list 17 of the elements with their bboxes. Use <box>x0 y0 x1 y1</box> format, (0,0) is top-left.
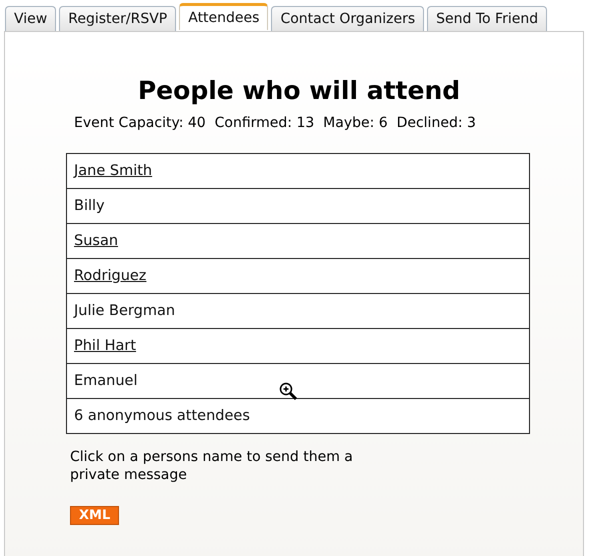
tab[interactable]: Contact Organizers <box>271 6 424 31</box>
attendee-link[interactable]: Susan <box>74 233 118 249</box>
page-heading: People who will attend <box>136 76 462 105</box>
attendee-link[interactable]: Phil Hart <box>74 338 136 354</box>
attendee-name: 6 anonymous attendees <box>74 408 250 424</box>
tab[interactable]: Attendees <box>179 3 268 30</box>
attendee-name: Billy <box>74 198 105 214</box>
event-stats: Event Capacity: 40 Confirmed: 13 Maybe: 6 Declined: 3 <box>74 115 477 131</box>
tab[interactable]: View <box>5 6 56 31</box>
attendee-link[interactable]: Rodriguez <box>74 268 146 284</box>
tab[interactable]: Register/RSVP <box>59 6 176 31</box>
help-text: Click on a persons name to send them a private message <box>70 448 354 484</box>
zoom-cursor-icon <box>279 382 299 400</box>
attendee-name: Julie Bergman <box>74 303 176 319</box>
attendee-name: Emanuel <box>74 373 138 389</box>
attendee-link[interactable]: Jane Smith <box>74 163 152 179</box>
tab[interactable]: Send To Friend <box>427 6 548 31</box>
